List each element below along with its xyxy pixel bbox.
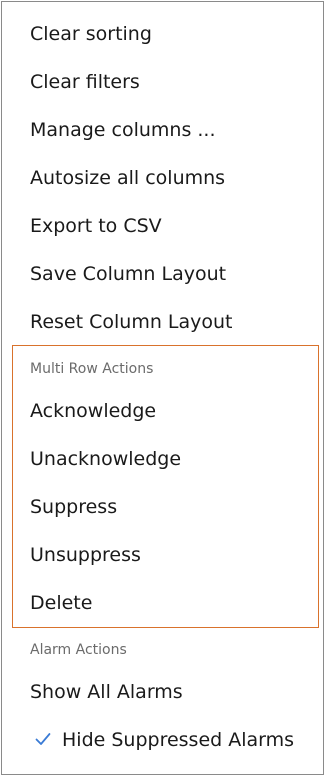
menu-item-acknowledge[interactable]: Acknowledge — [30, 399, 156, 423]
menu-item-unacknowledge[interactable]: Unacknowledge — [30, 447, 181, 471]
menu-item-save-column-layout[interactable]: Save Column Layout — [30, 262, 226, 286]
menu-item-reset-column-layout[interactable]: Reset Column Layout — [30, 310, 233, 334]
group-header-alarm-actions: Alarm Actions — [30, 642, 127, 658]
menu-item-delete[interactable]: Delete — [30, 591, 92, 615]
menu-item-manage-columns[interactable]: Manage columns ... — [30, 118, 216, 142]
menu-item-export-to-csv[interactable]: Export to CSV — [30, 214, 162, 238]
context-menu: Clear sorting Clear filters Manage colum… — [1, 1, 324, 775]
menu-item-clear-sorting[interactable]: Clear sorting — [30, 22, 152, 46]
menu-item-autosize-all-columns[interactable]: Autosize all columns — [30, 166, 225, 190]
multi-row-actions-highlight — [12, 345, 319, 628]
menu-item-unsuppress[interactable]: Unsuppress — [30, 543, 141, 567]
check-icon — [35, 733, 51, 745]
menu-item-suppress[interactable]: Suppress — [30, 495, 117, 519]
menu-item-show-all-alarms[interactable]: Show All Alarms — [30, 680, 183, 704]
menu-item-clear-filters[interactable]: Clear filters — [30, 70, 140, 94]
group-header-multi-row-actions: Multi Row Actions — [30, 361, 154, 377]
menu-item-hide-suppressed-alarms[interactable]: Hide Suppressed Alarms — [62, 728, 294, 752]
